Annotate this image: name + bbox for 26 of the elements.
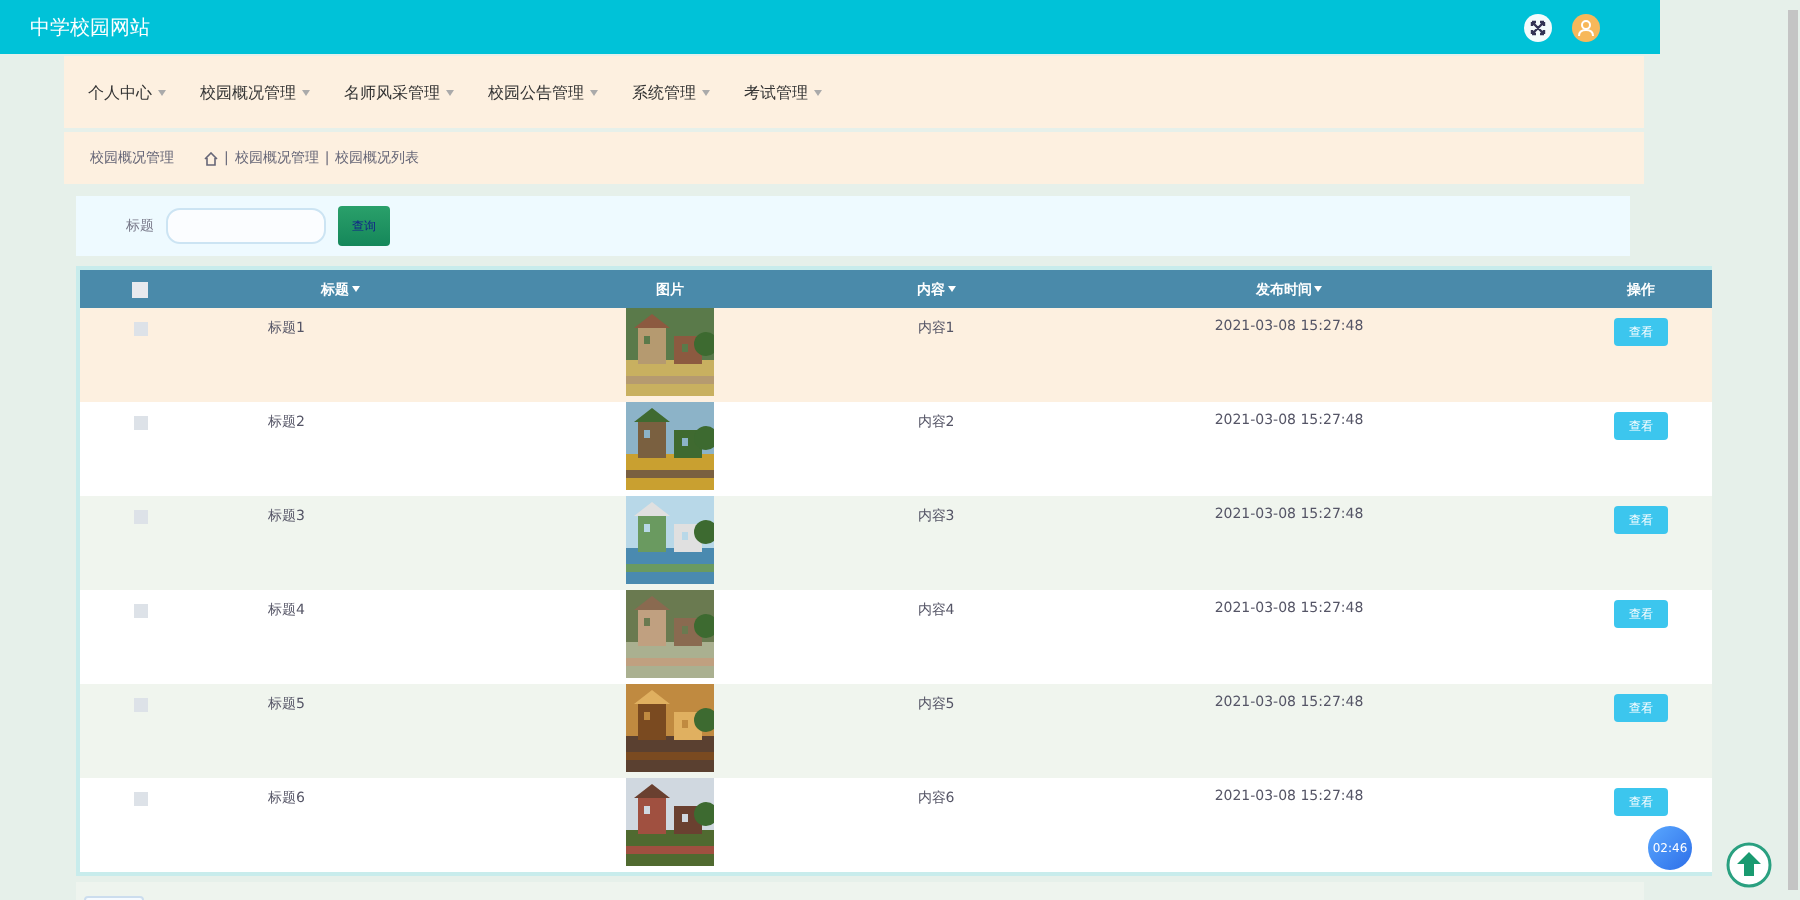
search-field[interactable] xyxy=(166,208,326,244)
menu-item[interactable]: 校园概况管理 xyxy=(200,81,310,103)
menu-item[interactable]: 校园公告管理 xyxy=(488,81,598,103)
row-checkbox[interactable] xyxy=(133,322,147,336)
sort-icon[interactable] xyxy=(947,286,955,292)
sort-icon[interactable] xyxy=(1314,286,1322,292)
row-checkbox[interactable] xyxy=(133,792,147,806)
caret-icon xyxy=(446,89,454,95)
home-icon[interactable] xyxy=(204,151,218,165)
fullscreen-icon[interactable] xyxy=(1524,13,1552,41)
site-title: 中学校园网站 xyxy=(30,15,152,41)
caret-icon xyxy=(158,89,166,95)
row-checkbox[interactable] xyxy=(133,416,147,430)
menu-item[interactable]: 个人中心 xyxy=(88,81,166,103)
caret-icon xyxy=(590,89,598,95)
caret-icon xyxy=(302,89,310,95)
caret-icon xyxy=(814,89,822,95)
select-all-checkbox[interactable] xyxy=(132,281,148,297)
avatar-icon[interactable] xyxy=(1572,13,1600,41)
row-checkbox[interactable] xyxy=(133,604,147,618)
menu-item[interactable]: 系统管理 xyxy=(632,81,710,103)
menu-item[interactable]: 考试管理 xyxy=(744,81,822,103)
caret-icon xyxy=(702,89,710,95)
sort-icon[interactable] xyxy=(351,286,359,292)
menu-item[interactable]: 名师风采管理 xyxy=(344,81,454,103)
back-to-top-icon[interactable] xyxy=(1726,842,1772,888)
